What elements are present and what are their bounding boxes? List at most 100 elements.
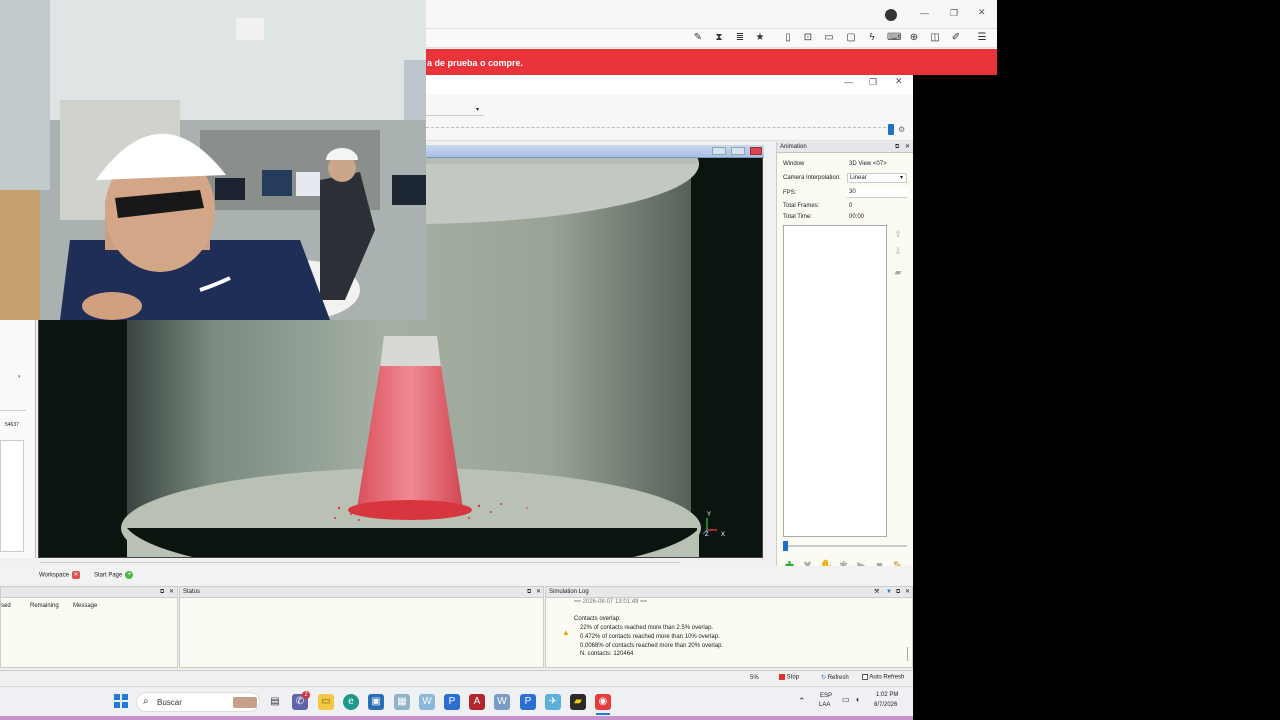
reader-icon[interactable]: ⊡ — [802, 32, 814, 44]
total-frames-value: 0 — [849, 203, 853, 209]
app-restore-icon[interactable]: ❐ — [869, 77, 877, 88]
add-icon[interactable]: + — [125, 571, 134, 579]
filter-icon[interactable]: ▼ — [886, 587, 892, 598]
viewport-restore-icon[interactable] — [731, 147, 745, 155]
annotate-icon[interactable]: ✎ — [692, 32, 704, 44]
word-doc-icon[interactable]: W — [494, 694, 510, 710]
powerpoint-icon[interactable]: P — [444, 694, 460, 710]
app-icon[interactable]: ▦ — [394, 694, 410, 710]
word-icon[interactable]: W — [419, 694, 435, 710]
left-panel-chevron-icon[interactable]: ▾ — [18, 374, 21, 380]
network-icon[interactable]: ▭ — [842, 695, 850, 704]
comment-icon[interactable]: ▢ — [845, 32, 857, 44]
left-panel-grid — [0, 440, 24, 552]
fps-input[interactable]: 30 — [847, 188, 907, 198]
lang-bottom[interactable]: LAA — [819, 702, 830, 708]
panel-float-icon[interactable]: ⧉ — [896, 587, 900, 598]
tasks-panel-header: ⧉ ✕ — [1, 587, 177, 598]
restore-icon[interactable]: ❐ — [950, 8, 958, 19]
keyframe-list[interactable] — [783, 225, 887, 537]
checkbox-icon — [862, 674, 868, 680]
log-line: N. contacts: 120464 — [580, 651, 634, 657]
search-icon: ⌕ — [143, 696, 149, 707]
animation-panel-header: Animation ⧉ ✕ — [777, 142, 914, 153]
chevron-down-icon: ▾ — [900, 175, 904, 181]
window-value[interactable]: 3D View <07> — [849, 161, 887, 167]
toolbar-dropdown[interactable]: ▾ — [426, 106, 484, 116]
store-icon[interactable]: ▣ — [368, 694, 384, 710]
log-line: 0.472% of contacts reached more than 10%… — [580, 634, 720, 640]
panel-close-icon[interactable]: ✕ — [905, 142, 910, 153]
notes-icon[interactable]: ▰ — [570, 694, 586, 710]
windows-start-icon[interactable] — [114, 694, 128, 708]
extension-icon[interactable]: ◫ — [929, 32, 941, 44]
minimize-icon[interactable]: — — [920, 8, 929, 18]
move-up-icon[interactable]: ⇧ — [893, 229, 903, 239]
window-icon[interactable]: ▭ — [823, 32, 835, 44]
project-icon[interactable]: P — [520, 694, 536, 710]
status-panel-header: Status ⧉ ✕ — [180, 587, 543, 598]
refresh-button[interactable]: ↻ Refresh — [821, 674, 849, 681]
status-panel: Status ⧉ ✕ — [179, 586, 544, 668]
panel-close-icon[interactable]: ✕ — [536, 587, 541, 598]
log-scrollbar[interactable] — [907, 647, 908, 661]
trial-banner-text: a de prueba o compre. — [427, 58, 524, 68]
hourglass-icon[interactable]: ⧗ — [713, 32, 725, 44]
timeline-track[interactable] — [426, 127, 891, 131]
viewport-minimize-icon[interactable] — [712, 147, 726, 155]
panel-float-icon[interactable]: ⧉ — [895, 142, 899, 153]
task-view-icon[interactable]: ▤ — [267, 694, 283, 710]
total-frames-label: Total Frames: — [783, 203, 820, 209]
acrobat-icon[interactable]: A — [469, 694, 485, 710]
profile-icon[interactable] — [885, 9, 897, 21]
tab-workspace[interactable]: Workspace ✕ — [39, 571, 80, 579]
viewport-close-icon[interactable] — [750, 147, 762, 155]
animation-panel-title: Animation — [780, 144, 807, 150]
teams-app-icon[interactable]: ✈ — [545, 694, 561, 710]
bolt-icon[interactable]: ϟ — [866, 32, 878, 44]
stop-icon — [779, 674, 785, 680]
stop-button[interactable]: Stop — [779, 674, 799, 681]
tray-chevron-icon[interactable]: ⌃ — [798, 696, 806, 707]
lang-top[interactable]: ESP — [820, 693, 832, 699]
star-icon[interactable]: ★ — [754, 32, 766, 44]
total-time-value: 00:00 — [849, 214, 865, 220]
taskbar-search[interactable]: ⌕ Buscar — [136, 692, 260, 712]
panel-float-icon[interactable]: ⧉ — [527, 587, 531, 598]
panel-close-icon[interactable]: ✕ — [905, 587, 910, 598]
page-icon[interactable]: ▯ — [782, 32, 794, 44]
database-icon[interactable]: ≣ — [734, 32, 746, 44]
file-explorer-icon[interactable]: ▭ — [318, 694, 334, 710]
trial-banner[interactable]: a de prueba o compre. — [426, 49, 997, 75]
clock-date[interactable]: 8/7/2026 — [874, 702, 897, 708]
rocky-app-icon[interactable]: ◉ — [595, 694, 611, 710]
timeline-thumb[interactable] — [888, 124, 894, 135]
teams-badge: 2 — [302, 691, 310, 699]
close-icon[interactable]: ✕ — [71, 571, 80, 579]
duplicate-icon[interactable]: ▰ — [893, 267, 903, 277]
auto-refresh-checkbox[interactable]: Auto Refresh — [862, 674, 904, 681]
edge-icon[interactable]: e — [343, 694, 359, 710]
app-close-icon[interactable]: ✕ — [895, 76, 903, 87]
search-highlight-icon — [233, 697, 257, 708]
webcam-overlay — [0, 0, 426, 320]
globe-icon[interactable]: ⊕ — [908, 32, 920, 44]
camera-interp-select[interactable]: Linear ▾ — [847, 173, 907, 183]
move-down-icon[interactable]: ⇩ — [893, 246, 903, 256]
volume-icon[interactable]: ◖ — [855, 695, 860, 704]
app-minimize-icon[interactable]: — — [844, 77, 853, 87]
log-line: 0.0068% of contacts reached more than 20… — [580, 643, 724, 649]
clock-time[interactable]: 1:02 PM — [876, 692, 898, 698]
menu-icon[interactable]: ☰ — [976, 32, 988, 44]
animation-track[interactable] — [783, 545, 907, 547]
keyboard-icon[interactable]: ⌨ — [887, 32, 901, 44]
animation-thumb[interactable] — [783, 541, 788, 551]
close-icon[interactable]: ✕ — [978, 7, 986, 18]
panel-close-icon[interactable]: ✕ — [169, 587, 174, 598]
wrench-icon[interactable]: ⚒ — [874, 587, 879, 598]
pen-icon[interactable]: ✐ — [950, 32, 962, 44]
log-date: == 2026-08-07 13:01:49 == — [574, 599, 648, 605]
tab-start-page[interactable]: Start Page + — [94, 571, 134, 579]
timeline-settings-icon[interactable]: ⚙ — [898, 125, 905, 134]
panel-float-icon[interactable]: ⧉ — [160, 587, 164, 598]
